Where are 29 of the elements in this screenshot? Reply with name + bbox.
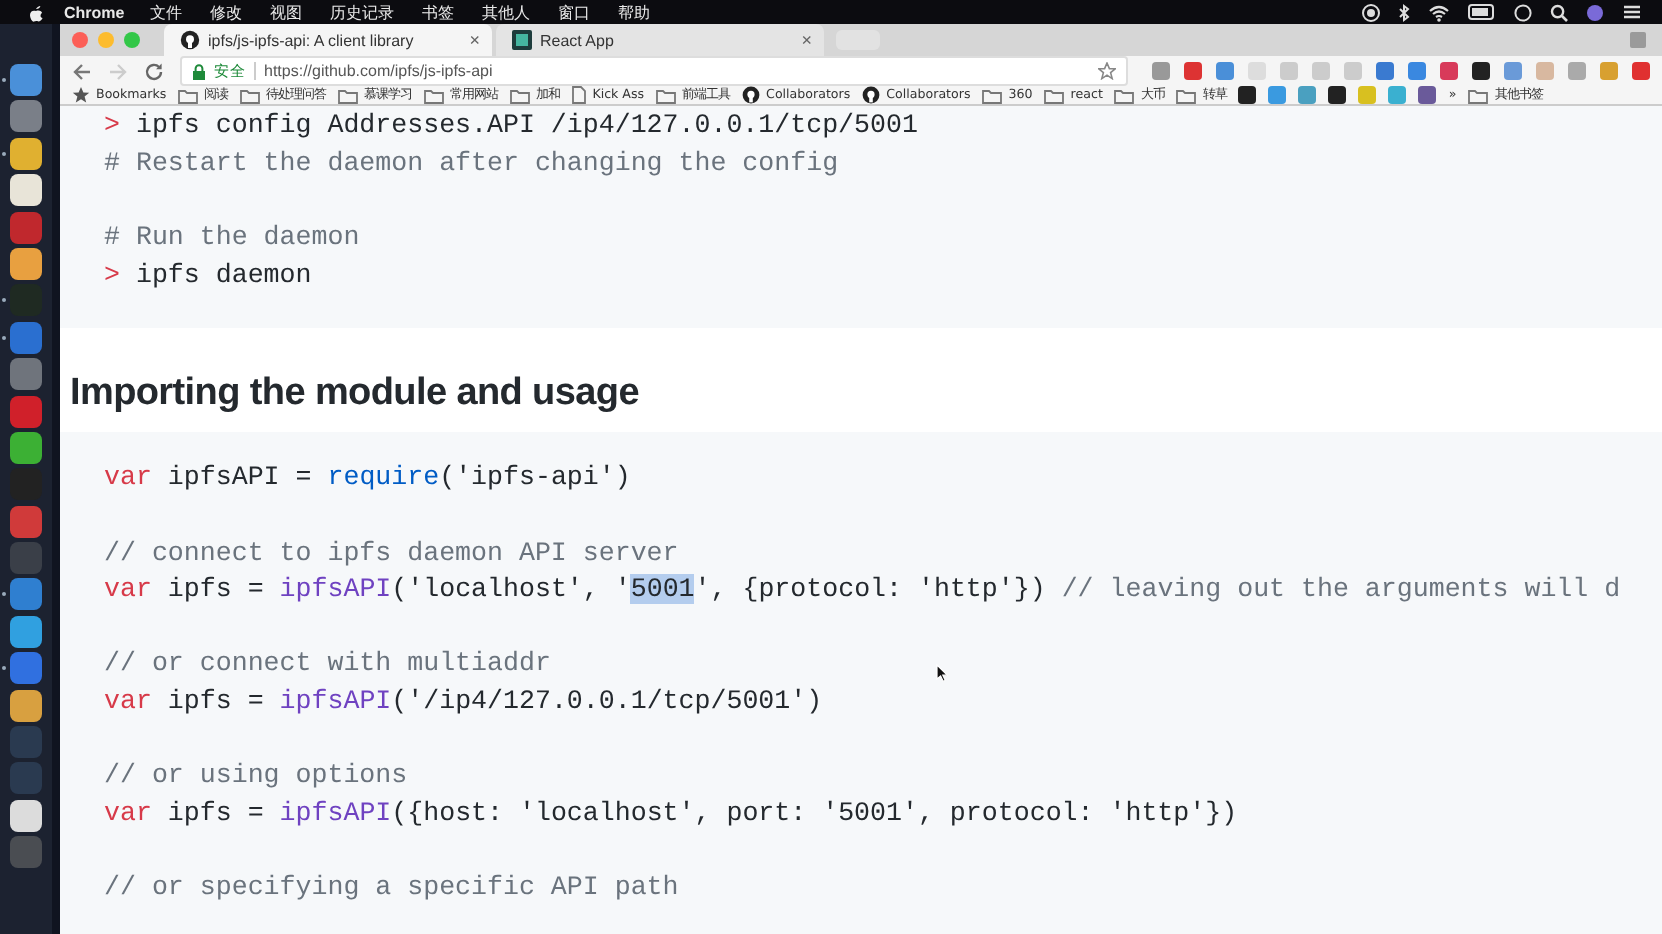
code-line: // or connect with multiaddr xyxy=(104,646,551,683)
tab-title: ipfs/js-ipfs-api: A client library xyxy=(208,31,416,49)
code-line: var ipfs = ipfsAPI('/ip4/127.0.0.1/tcp/5001') xyxy=(104,684,823,721)
tab-title: React App xyxy=(540,31,616,49)
menu-item[interactable]: 视图 xyxy=(270,1,303,23)
menu-item[interactable]: 书签 xyxy=(422,1,455,23)
app-menu[interactable]: Chrome xyxy=(64,3,125,21)
code-line: // or using options xyxy=(104,758,408,795)
code-line: var ipfs = ipfsAPI('localhost', '5001', {protocol: 'http'}) // leaving out the arguments will d xyxy=(104,572,1621,609)
menu-item[interactable]: 历史记录 xyxy=(330,1,395,23)
code-line: # Restart the daemon after changing the config xyxy=(104,145,839,182)
code-line: var ipfsAPI = require('ipfs-api') xyxy=(104,460,631,497)
tab-close-button[interactable]: × xyxy=(801,30,812,50)
tab-close-button[interactable]: × xyxy=(469,30,480,50)
menu-item[interactable]: 其他人 xyxy=(482,1,531,23)
browser-tab[interactable]: ipfs/js-ipfs-api: A client library × xyxy=(164,24,492,56)
code-line: // or specifying a specific API path xyxy=(104,870,679,907)
code-line: > ipfs daemon xyxy=(104,257,312,294)
browser-tab[interactable]: React App × xyxy=(496,24,824,56)
url-text: https://github.com/ipfs/js-ipfs-api xyxy=(264,62,493,80)
code-line: > ipfs config Addresses.API /ip4/127.0.0.1/tcp/5001 xyxy=(104,108,918,144)
code-line: // connect to ipfs daemon API server xyxy=(104,535,679,572)
code-line: var ipfs = ipfsAPI({host: 'localhost', port: '5001', protocol: 'http'}) xyxy=(104,796,1238,833)
menu-item[interactable]: 修改 xyxy=(210,1,243,23)
menu-item[interactable]: 文件 xyxy=(150,1,183,23)
menu-item[interactable]: 窗口 xyxy=(558,1,591,23)
section-heading: Importing the module and usage xyxy=(68,370,641,419)
code-line: # Run the daemon xyxy=(104,219,360,256)
menu-item[interactable]: 帮助 xyxy=(618,1,651,23)
